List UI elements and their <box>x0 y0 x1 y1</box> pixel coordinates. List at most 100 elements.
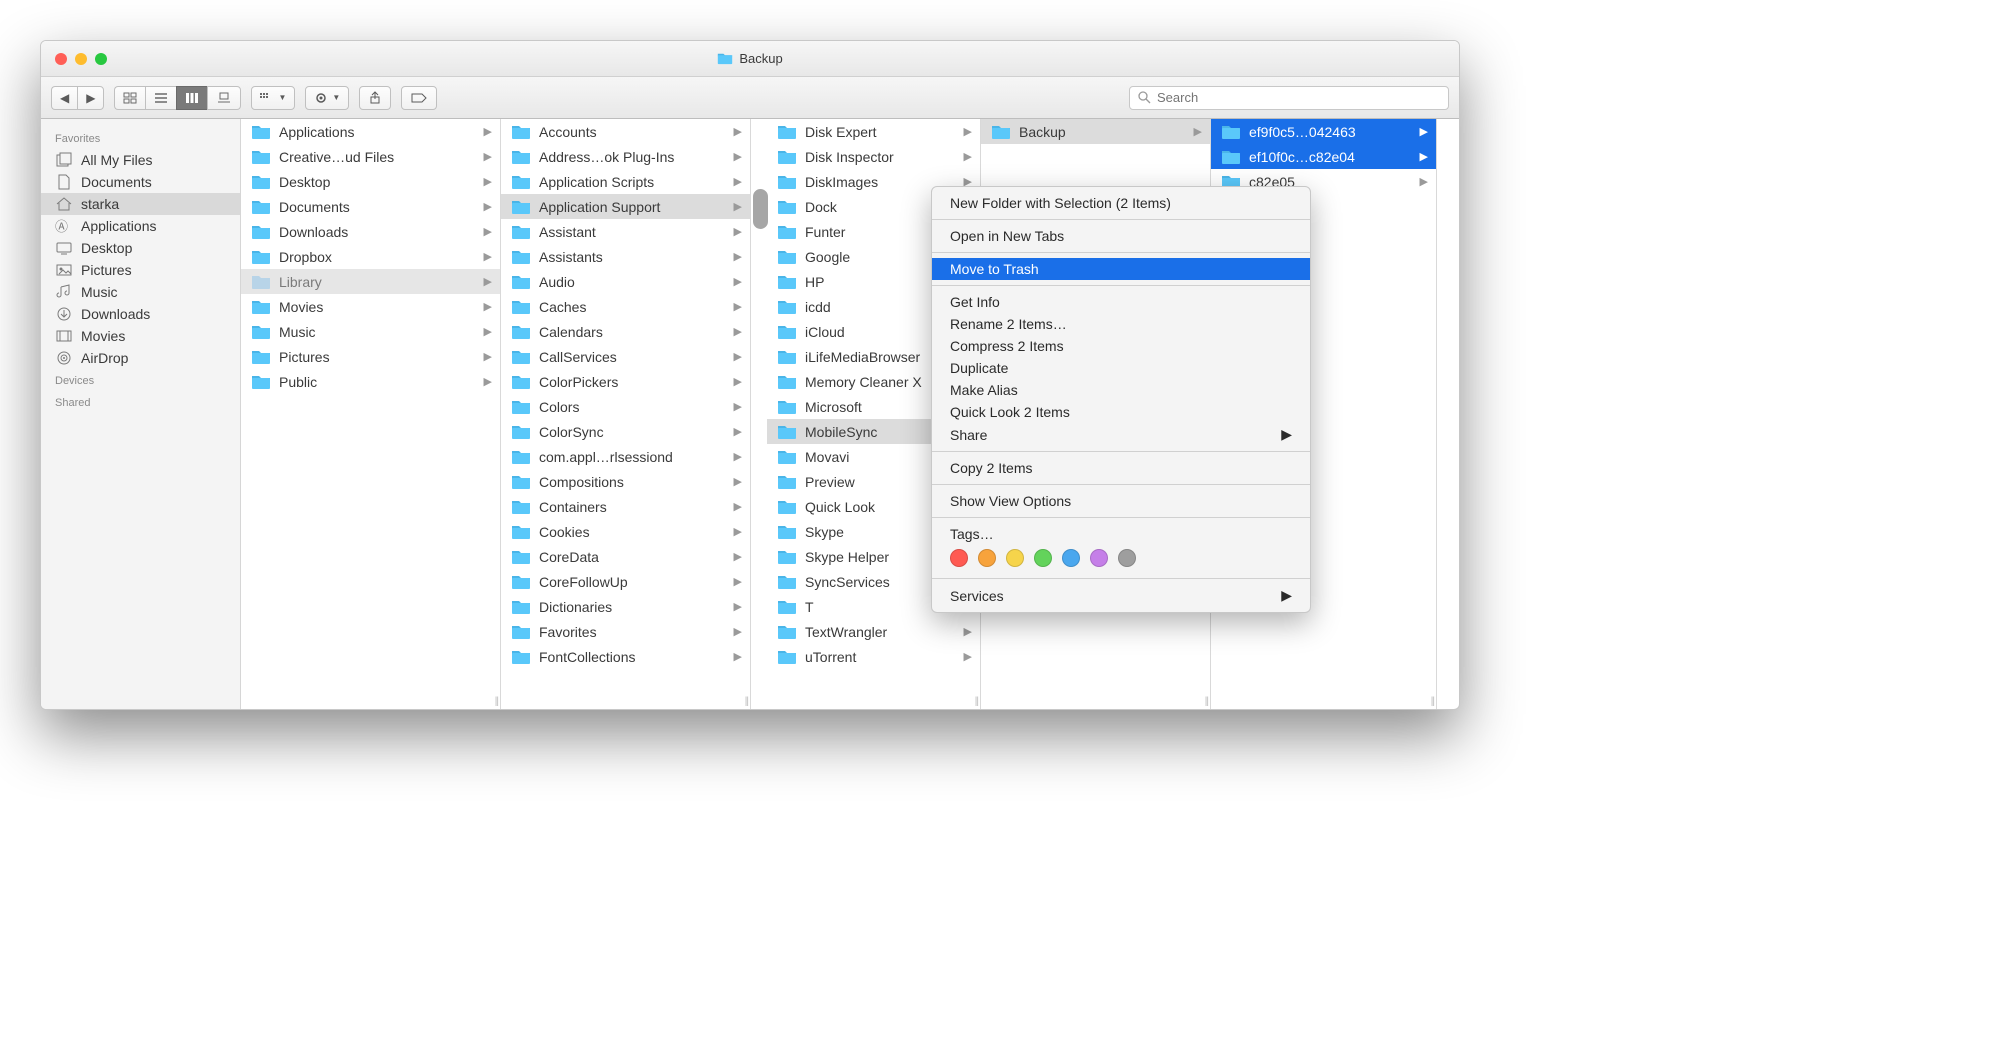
context-menu-item[interactable]: Share▶ <box>932 423 1310 446</box>
folder-row[interactable]: TextWrangler▶ <box>767 619 980 644</box>
folder-row[interactable]: Disk Inspector▶ <box>767 144 980 169</box>
folder-row[interactable]: Disk Expert▶ <box>767 119 980 144</box>
tag-dot[interactable] <box>1034 549 1052 567</box>
tag-dot[interactable] <box>950 549 968 567</box>
column-view-button[interactable] <box>176 86 207 110</box>
folder-row[interactable]: Cookies▶ <box>501 519 750 544</box>
share-button[interactable] <box>359 86 391 110</box>
context-menu-item[interactable]: Show View Options <box>932 490 1310 512</box>
column-resize-handle[interactable]: || <box>745 696 748 707</box>
sidebar-item-applications[interactable]: ⒶApplications <box>41 215 240 237</box>
context-menu-item[interactable]: Compress 2 Items <box>932 335 1310 357</box>
back-button[interactable]: ◀ <box>51 86 77 110</box>
context-menu-item[interactable]: Quick Look 2 Items <box>932 401 1310 423</box>
context-menu-item[interactable]: Tags… <box>932 523 1310 545</box>
folder-row[interactable]: Downloads▶ <box>241 219 500 244</box>
context-menu-item[interactable]: New Folder with Selection (2 Items) <box>932 192 1310 214</box>
search-field[interactable] <box>1129 86 1449 110</box>
folder-row[interactable]: Dictionaries▶ <box>501 594 750 619</box>
context-menu-item[interactable]: Get Info <box>932 291 1310 313</box>
context-menu-item[interactable]: Rename 2 Items… <box>932 313 1310 335</box>
sidebar-item-starka[interactable]: starka <box>41 193 240 215</box>
context-menu-separator <box>932 578 1310 579</box>
sidebar-item-pictures[interactable]: Pictures <box>41 259 240 281</box>
folder-row[interactable]: Containers▶ <box>501 494 750 519</box>
folder-row[interactable]: ef9f0c5…042463▶ <box>1211 119 1436 144</box>
folder-row[interactable]: Calendars▶ <box>501 319 750 344</box>
folder-label: Audio <box>539 274 728 290</box>
context-menu-item[interactable]: Move to Trash <box>932 258 1310 280</box>
context-menu-item[interactable]: Make Alias <box>932 379 1310 401</box>
folder-row[interactable]: Assistants▶ <box>501 244 750 269</box>
folder-row[interactable]: ColorPickers▶ <box>501 369 750 394</box>
column-resize-handle[interactable]: || <box>1205 696 1208 707</box>
folder-row[interactable]: Dropbox▶ <box>241 244 500 269</box>
context-menu-label: New Folder with Selection (2 Items) <box>950 195 1171 211</box>
sidebar-item-all-my-files[interactable]: All My Files <box>41 149 240 171</box>
forward-button[interactable]: ▶ <box>77 86 104 110</box>
folder-row[interactable]: ef10f0c…c82e04▶ <box>1211 144 1436 169</box>
list-view-button[interactable] <box>145 86 176 110</box>
folder-row[interactable]: Movies▶ <box>241 294 500 319</box>
finder-window: Backup ◀ ▶ ▼ <box>40 40 1460 710</box>
folder-row[interactable]: Creative…ud Files▶ <box>241 144 500 169</box>
folder-row[interactable]: Compositions▶ <box>501 469 750 494</box>
sidebar-header-devices: Devices <box>41 369 240 391</box>
folder-row[interactable]: CoreFollowUp▶ <box>501 569 750 594</box>
folder-row[interactable]: Desktop▶ <box>241 169 500 194</box>
sidebar-item-movies[interactable]: Movies <box>41 325 240 347</box>
folder-row[interactable]: Application Scripts▶ <box>501 169 750 194</box>
folder-row[interactable]: Audio▶ <box>501 269 750 294</box>
column-resize-handle[interactable]: || <box>495 696 498 707</box>
column-resize-handle[interactable]: || <box>1431 696 1434 707</box>
context-menu-item[interactable]: Services▶ <box>932 584 1310 607</box>
sidebar-item-airdrop[interactable]: AirDrop <box>41 347 240 369</box>
folder-row[interactable]: CallServices▶ <box>501 344 750 369</box>
folder-row[interactable]: Application Support▶ <box>501 194 750 219</box>
tag-dot[interactable] <box>1062 549 1080 567</box>
folder-row[interactable]: Colors▶ <box>501 394 750 419</box>
action-button[interactable]: ▼ <box>305 86 349 110</box>
folder-row[interactable]: Documents▶ <box>241 194 500 219</box>
tag-dot[interactable] <box>1090 549 1108 567</box>
sidebar-item-music[interactable]: Music <box>41 281 240 303</box>
folder-row[interactable]: com.appl…rlsessiond▶ <box>501 444 750 469</box>
chevron-right-icon: ▶ <box>484 300 492 313</box>
search-input[interactable] <box>1157 90 1440 105</box>
folder-row[interactable]: CoreData▶ <box>501 544 750 569</box>
folder-row[interactable]: FontCollections▶ <box>501 644 750 669</box>
folder-row[interactable]: ColorSync▶ <box>501 419 750 444</box>
scrollbar[interactable] <box>753 189 768 229</box>
folder-row[interactable]: Accounts▶ <box>501 119 750 144</box>
close-button[interactable] <box>55 53 67 65</box>
context-menu-item[interactable]: Open in New Tabs <box>932 225 1310 247</box>
folder-row[interactable]: uTorrent▶ <box>767 644 980 669</box>
folder-row[interactable]: Music▶ <box>241 319 500 344</box>
sidebar-item-label: Desktop <box>81 240 132 256</box>
tag-dot[interactable] <box>978 549 996 567</box>
folder-row[interactable]: Assistant▶ <box>501 219 750 244</box>
sidebar-item-downloads[interactable]: Downloads <box>41 303 240 325</box>
folder-row[interactable]: Public▶ <box>241 369 500 394</box>
minimize-button[interactable] <box>75 53 87 65</box>
folder-row[interactable]: Pictures▶ <box>241 344 500 369</box>
coverflow-view-button[interactable] <box>207 86 241 110</box>
folder-row[interactable]: Favorites▶ <box>501 619 750 644</box>
sidebar-item-label: AirDrop <box>81 350 128 366</box>
sidebar-item-desktop[interactable]: Desktop <box>41 237 240 259</box>
folder-row[interactable]: Library▶ <box>241 269 500 294</box>
column-resize-handle[interactable]: || <box>975 696 978 707</box>
folder-row[interactable]: Address…ok Plug-Ins▶ <box>501 144 750 169</box>
folder-row[interactable]: Backup▶ <box>981 119 1210 144</box>
context-menu-item[interactable]: Duplicate <box>932 357 1310 379</box>
folder-row[interactable]: Caches▶ <box>501 294 750 319</box>
folder-row[interactable]: Applications▶ <box>241 119 500 144</box>
sidebar-item-documents[interactable]: Documents <box>41 171 240 193</box>
zoom-button[interactable] <box>95 53 107 65</box>
context-menu-item[interactable]: Copy 2 Items <box>932 457 1310 479</box>
tag-dot[interactable] <box>1006 549 1024 567</box>
arrange-button[interactable]: ▼ <box>251 86 295 110</box>
icon-view-button[interactable] <box>114 86 145 110</box>
tag-dot[interactable] <box>1118 549 1136 567</box>
tags-button[interactable] <box>401 86 437 110</box>
